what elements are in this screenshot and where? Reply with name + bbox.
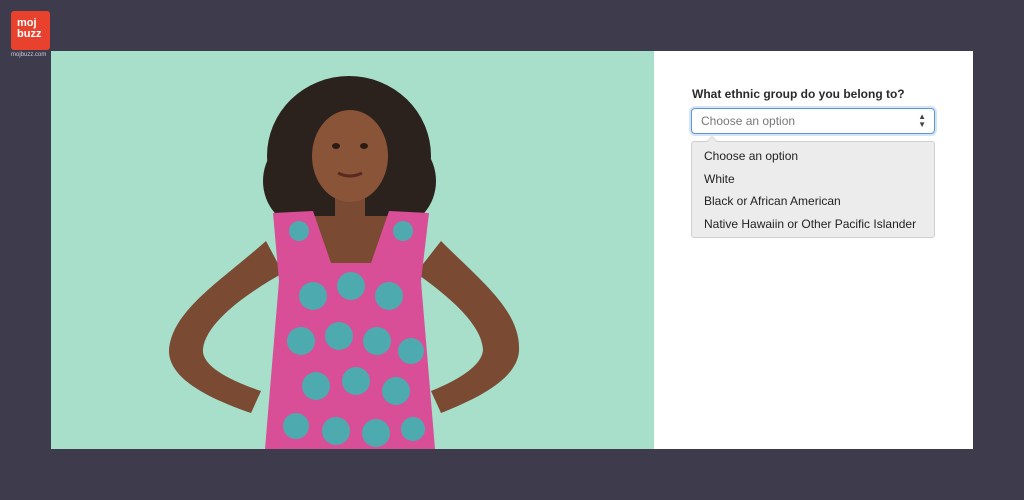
ethnicity-form: What ethnic group do you belong to? Choo… [691, 87, 941, 238]
question-label: What ethnic group do you belong to? [692, 87, 905, 101]
woman-photo [51, 51, 654, 449]
ethnicity-select[interactable]: Choose an option ▲ ▼ [691, 108, 935, 134]
page: moj buzz mojbuzz.com What ethnic group d… [0, 0, 1024, 500]
mojbuzz-logo: moj buzz [11, 11, 50, 50]
option-white[interactable]: White [692, 168, 934, 191]
option-native-hawaiian-pacific-islander[interactable]: Native Hawaiin or Other Pacific Islander [692, 213, 934, 236]
survey-card: What ethnic group do you belong to? Choo… [51, 51, 973, 449]
woman-illustration [51, 51, 654, 449]
logo-line-2: buzz [17, 28, 42, 40]
select-value: Choose an option [701, 114, 796, 128]
logo-url: mojbuzz.com [11, 52, 47, 58]
ethnicity-dropdown-list: Choose an option White Black or African … [691, 136, 935, 238]
option-choose[interactable]: Choose an option [692, 145, 934, 168]
option-black-african-american[interactable]: Black or African American [692, 190, 934, 213]
sort-arrows-icon: ▲ ▼ [918, 112, 926, 129]
